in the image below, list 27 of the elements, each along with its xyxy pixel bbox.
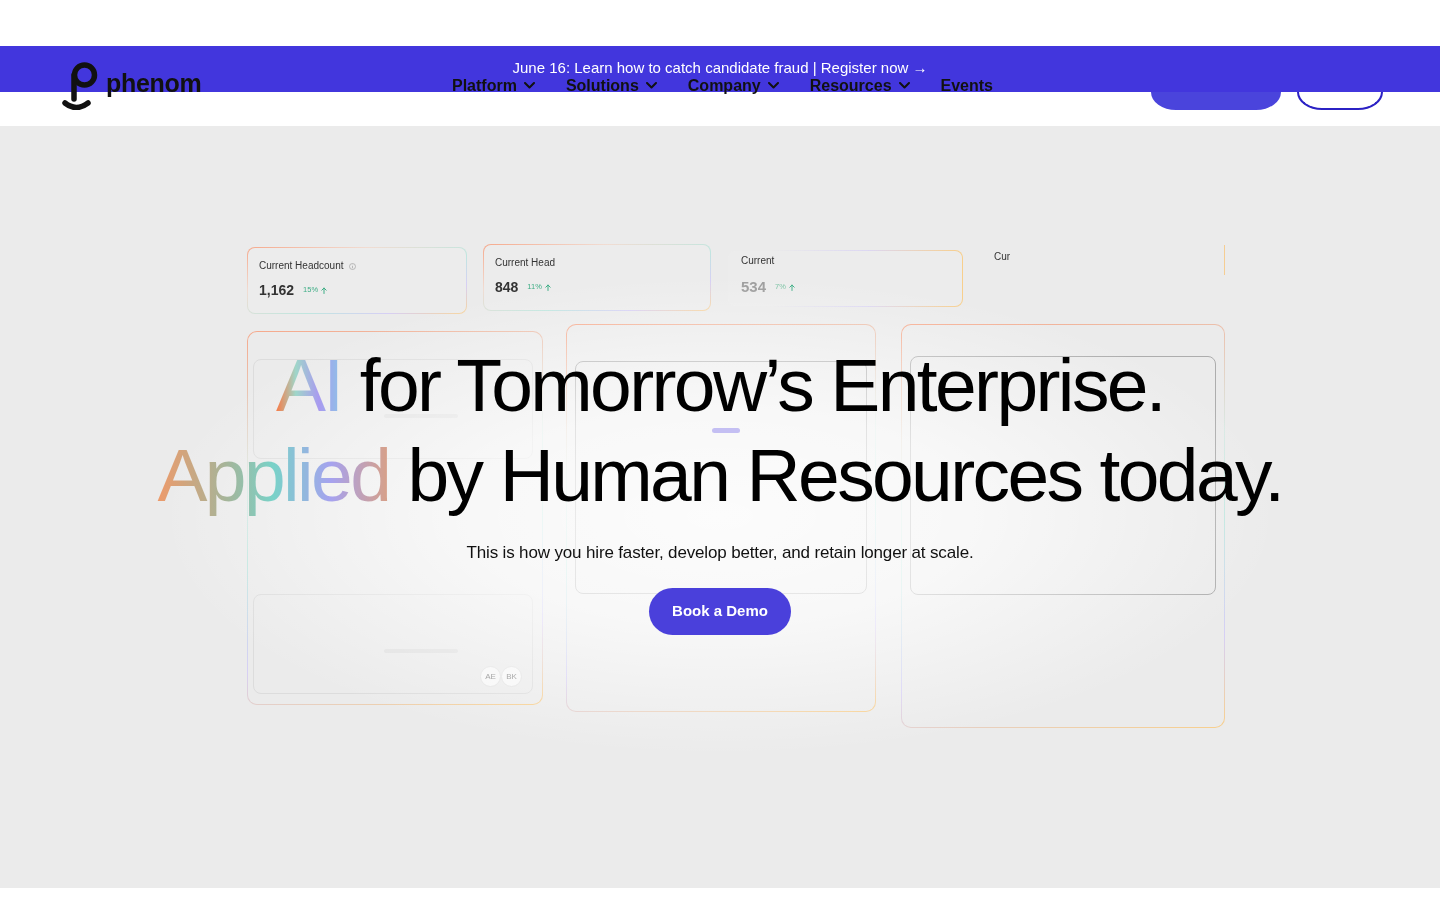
metric-value: 534 — [741, 279, 767, 295]
initials-avatar: BK — [501, 666, 522, 687]
metric-label: Current Headcount — [259, 260, 344, 272]
nav-link[interactable]: Company — [687, 75, 779, 96]
announcement-link[interactable]: June 16: Learn how to catch candidate fraud | Register now → — [512, 59, 928, 77]
metric-label: Cur — [994, 251, 1011, 263]
hero-headline: Applied by Human Resources today. — [157, 432, 1283, 519]
outline-button[interactable] — [1297, 92, 1383, 110]
logo-icon[interactable] — [62, 62, 98, 110]
arrow-up-icon — [788, 283, 795, 291]
metric-value: 848 — [495, 279, 519, 295]
nav-link[interactable]: Resources — [809, 75, 910, 96]
book-demo-button[interactable]: Book a Demo — [649, 588, 791, 635]
nav-link[interactable]: Platform — [452, 75, 535, 96]
arrow-up-icon — [544, 283, 551, 291]
accent-bar — [712, 428, 740, 433]
nav-link[interactable]: Events — [940, 75, 993, 96]
filled-button[interactable] — [1151, 92, 1281, 110]
logo-wordmark[interactable]: phenom — [106, 70, 202, 96]
metric-value: 1,162 — [259, 282, 295, 298]
metric-label: Current — [741, 255, 775, 267]
nav-link[interactable]: Solutions — [565, 75, 657, 96]
hero-subtitle: This is how you hire faster, develop better, and retain longer at scale. — [466, 542, 974, 564]
initials-avatar: AE — [480, 666, 501, 687]
hero-headline: AI for Tomorrow’s Enterprise. — [275, 342, 1165, 429]
metric-label: Current Head — [495, 257, 556, 269]
arrow-up-icon — [321, 286, 328, 294]
